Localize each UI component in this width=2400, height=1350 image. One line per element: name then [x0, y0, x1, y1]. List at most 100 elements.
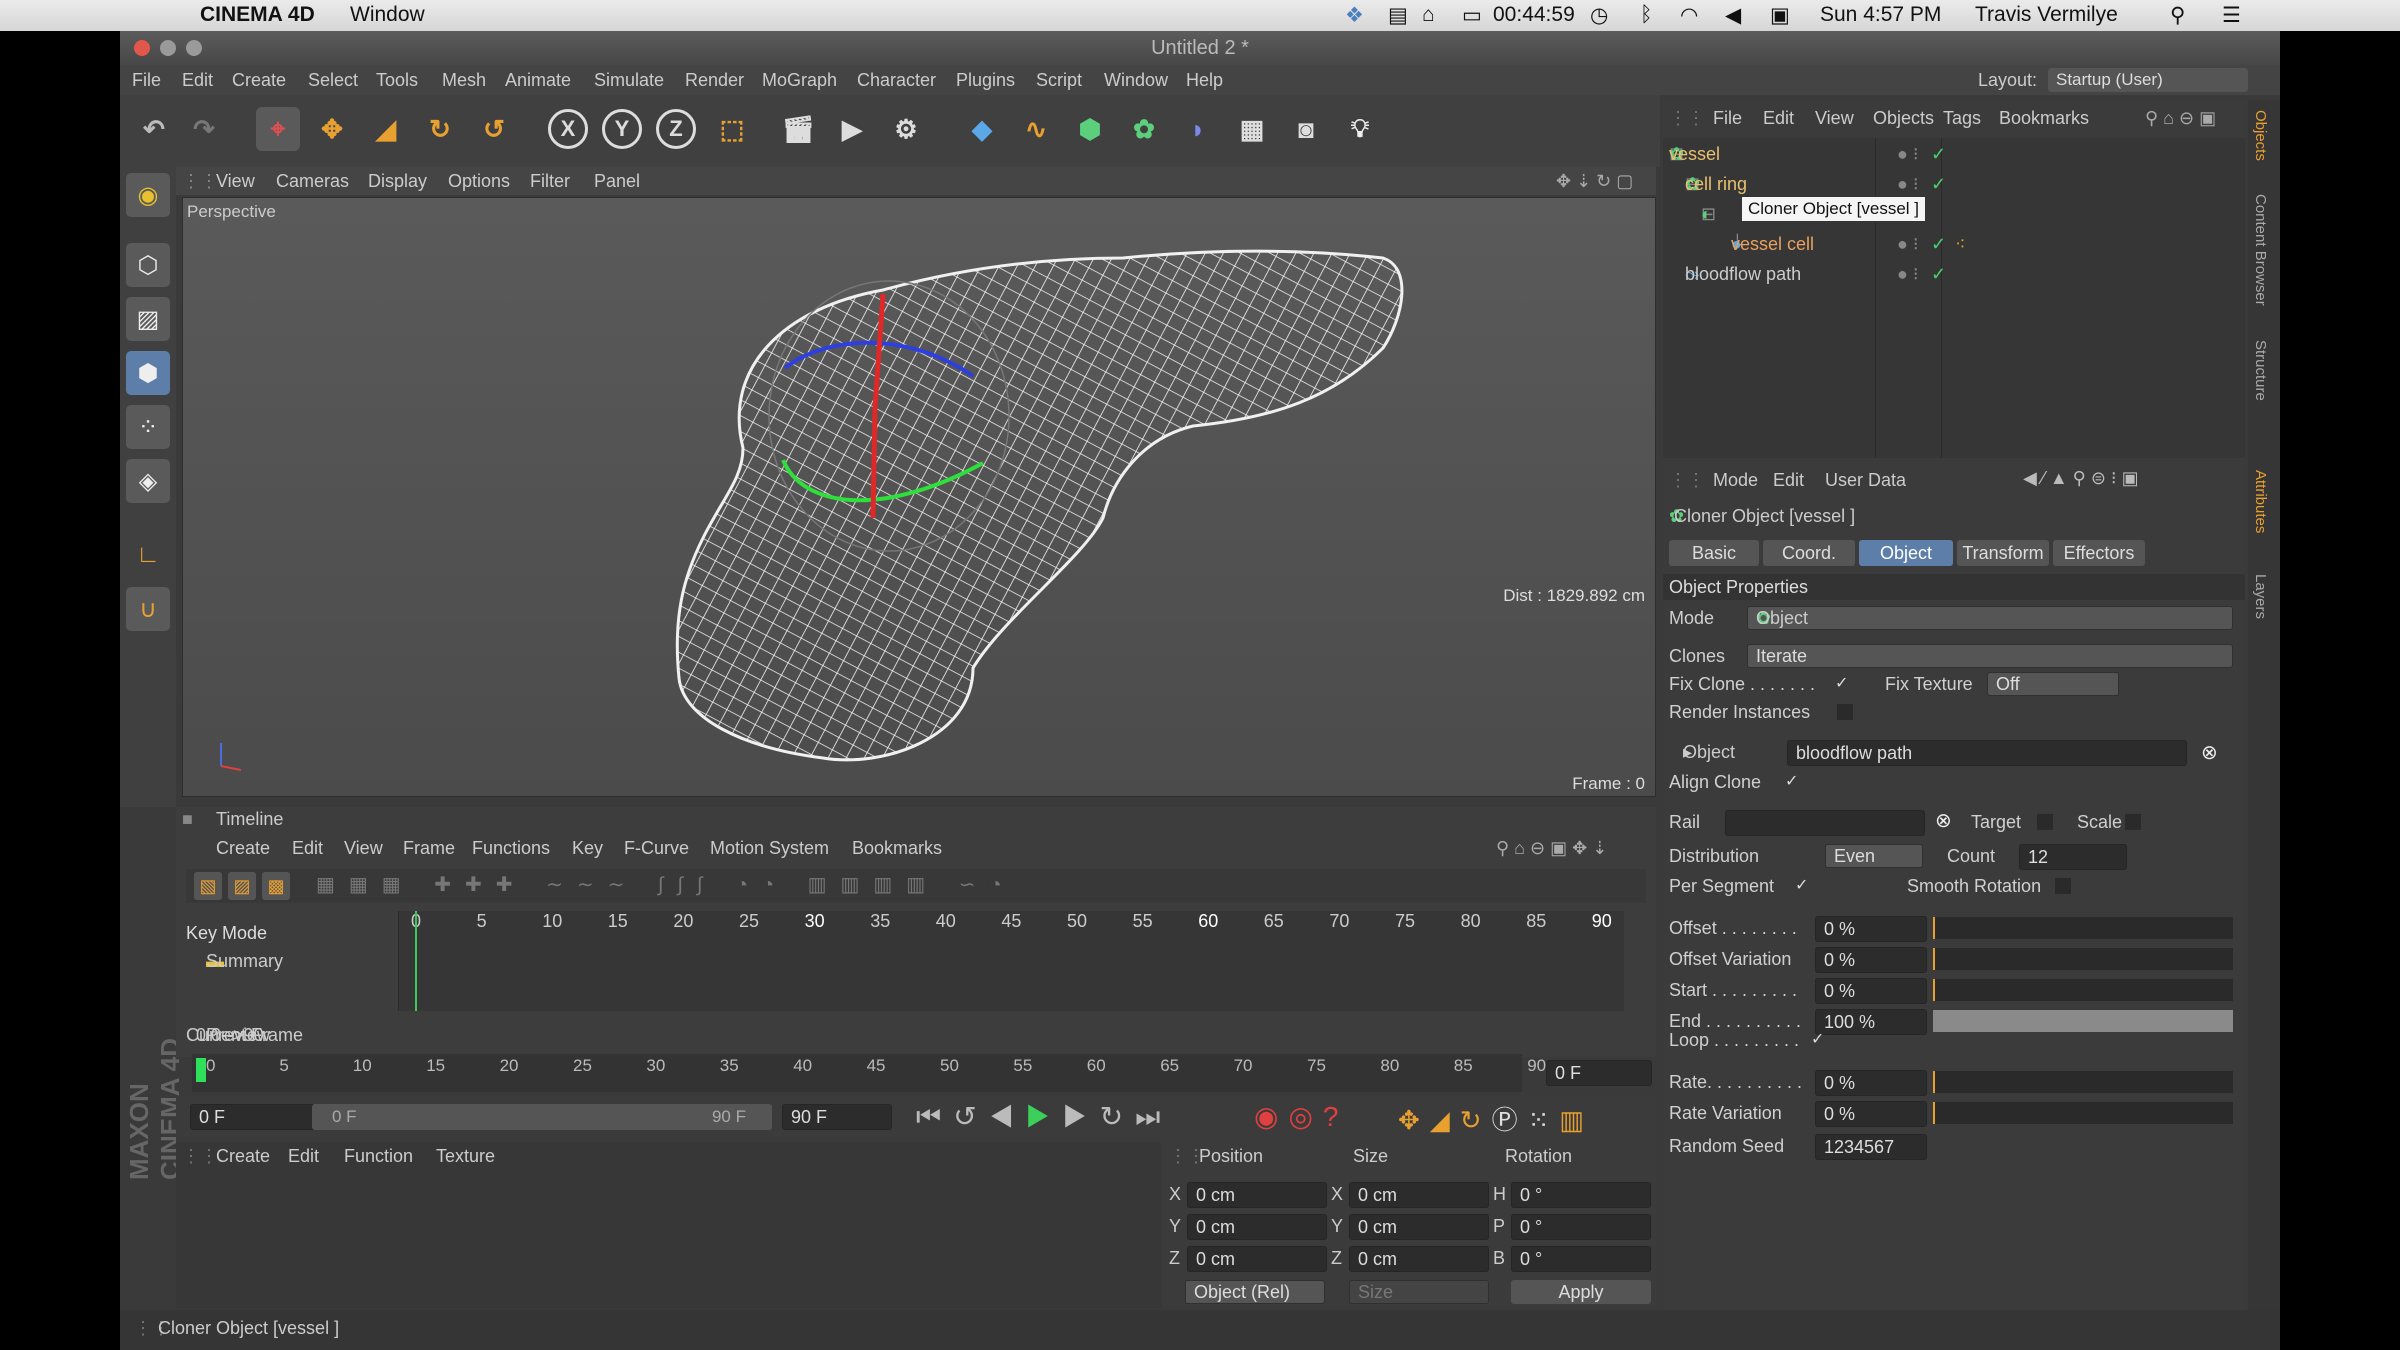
scale-icon[interactable]: ◢ [364, 107, 408, 151]
viewport-menu-cameras[interactable]: Cameras [276, 171, 349, 192]
texture-mode-icon[interactable]: ▨ [126, 297, 170, 341]
undo-icon[interactable]: ↶ [132, 107, 176, 151]
viewport-menu-options[interactable]: Options [448, 171, 510, 192]
menu-edit[interactable]: Edit [182, 70, 213, 91]
enabled-check-icon[interactable]: ✓ [1931, 234, 1946, 255]
menu-select[interactable]: Select [308, 70, 358, 91]
size-y-field[interactable]: 0 cm [1349, 1214, 1489, 1240]
current-frame-field[interactable]: 0 F [1546, 1060, 1652, 1086]
goto-start-icon[interactable]: ⏮ [916, 1101, 953, 1132]
slider-track[interactable] [1933, 1102, 2233, 1124]
panel-grip-icon[interactable]: ⋮⋮ [1669, 108, 1705, 129]
slider-track[interactable] [1933, 917, 2233, 939]
per-segment-checkbox[interactable]: ✓ [1795, 878, 1811, 894]
menu-help[interactable]: Help [1186, 70, 1223, 91]
key-tools-icons[interactable]: ▦▦▦ ✚✚✚ ∼∼∼ ∫∫∫ ◔◔ ▥▥▥▥ ∽◔ [316, 872, 1316, 900]
key-pla-icon[interactable]: ⁙ [1528, 1105, 1560, 1135]
timeline-nav-icons[interactable]: ⚲ ⌂ ⊖ ▣ ✥ ⇣ [1496, 838, 1607, 859]
recent-tool-icon[interactable]: ↺ [472, 107, 516, 151]
slider-track[interactable] [1933, 1010, 2233, 1032]
size-x-field[interactable]: 0 cm [1349, 1182, 1489, 1208]
render-view-icon[interactable]: 🎬︎ [776, 107, 820, 151]
enabled-check-icon[interactable]: ✓ [1931, 144, 1946, 165]
timeline-menu-key[interactable]: Key [572, 838, 603, 859]
move-icon[interactable]: ✥ [310, 107, 354, 151]
object-name[interactable]: bloodflow path [1685, 264, 1801, 285]
slider-track[interactable] [1933, 948, 2233, 970]
menu-mesh[interactable]: Mesh [442, 70, 486, 91]
menu-animate[interactable]: Animate [505, 70, 571, 91]
menu-file[interactable]: File [132, 70, 161, 91]
cloner-icon[interactable]: ✿ [1122, 107, 1166, 151]
display-icon[interactable]: ▣ [1770, 3, 1790, 28]
om-menu-file[interactable]: File [1713, 108, 1742, 129]
viewport-menu-panel[interactable]: Panel [594, 171, 640, 192]
prev-frame-icon[interactable]: ◀ [989, 1101, 1026, 1132]
render-settings-icon[interactable]: ⚙ [884, 107, 928, 151]
material-menu-texture[interactable]: Texture [436, 1146, 495, 1167]
panel-grip-icon[interactable]: ⋮⋮ [182, 1146, 218, 1167]
rot-h-field[interactable]: 0 ° [1511, 1182, 1651, 1208]
app-menu[interactable]: CINEMA 4D [200, 3, 315, 27]
render-instances-checkbox[interactable] [1837, 704, 1853, 720]
distribution-dropdown[interactable]: Even [1825, 844, 1923, 868]
slider-value-field[interactable]: 0 % [1815, 1070, 1927, 1096]
rail-picker-icon[interactable]: ⊗ [1935, 808, 1952, 833]
bluetooth-icon[interactable]: ᛒ [1640, 3, 1653, 27]
wifi-icon[interactable]: ◠ [1680, 3, 1698, 28]
zoom-button[interactable] [186, 40, 202, 56]
visibility-dots[interactable]: ● ⁝ [1897, 264, 1919, 285]
slider-value-field[interactable]: 100 % [1815, 1009, 1927, 1035]
target-checkbox[interactable] [2037, 814, 2053, 830]
next-key-icon[interactable]: ↻ [1100, 1101, 1135, 1132]
cube-icon[interactable]: ◆ [960, 107, 1004, 151]
am-menu-edit[interactable]: Edit [1773, 470, 1804, 491]
loop-checkbox[interactable]: ✓ [1811, 1032, 1827, 1048]
timeline-menu-frame[interactable]: Frame [403, 838, 455, 859]
object-name[interactable]: vessel [1669, 144, 1720, 165]
rot-p-field[interactable]: 0 ° [1511, 1214, 1651, 1240]
time-machine-icon[interactable]: ◷ [1590, 3, 1608, 28]
menu-render[interactable]: Render [685, 70, 744, 91]
mac-window-menu[interactable]: Window [350, 3, 425, 27]
scale-checkbox[interactable] [2125, 814, 2141, 830]
menu-create[interactable]: Create [232, 70, 286, 91]
viewport-menu-view[interactable]: View [216, 171, 255, 192]
material-menu-function[interactable]: Function [344, 1146, 413, 1167]
visibility-dots[interactable]: ● ⁝ [1897, 144, 1919, 165]
enabled-check-icon[interactable]: ✓ [1931, 174, 1946, 195]
make-editable-icon[interactable]: ◉ [126, 173, 170, 217]
volume-icon[interactable]: ◀ [1725, 3, 1741, 28]
play-icon[interactable]: ▶ [1026, 1101, 1063, 1132]
viewport-3d[interactable]: Perspective Dist : 1829.892 cm Frame : 0 [182, 197, 1656, 797]
fix-texture-dropdown[interactable]: Off [1987, 672, 2119, 696]
wireframe-mesh[interactable] [183, 198, 1656, 797]
menu-plugins[interactable]: Plugins [956, 70, 1015, 91]
model-mode-icon[interactable]: ⬡ [126, 243, 170, 287]
viewport-menu-display[interactable]: Display [368, 171, 427, 192]
visibility-dots[interactable]: ● ⁝ [1897, 234, 1919, 255]
smooth-rotation-checkbox[interactable] [2055, 878, 2071, 894]
points-mode-icon[interactable]: ⁘ [126, 405, 170, 449]
slider-value-field[interactable]: 0 % [1815, 947, 1927, 973]
timeline-menu-view[interactable]: View [344, 838, 383, 859]
apply-button[interactable]: Apply [1511, 1280, 1651, 1304]
tree-row-vessel[interactable]: ⊟ ✿ vessel ● ⁝ ✓ [1669, 144, 2229, 168]
preview-range-slider[interactable]: 0 F 90 F [312, 1104, 772, 1130]
menu-script[interactable]: Script [1036, 70, 1082, 91]
timeline-menu-functions[interactable]: Functions [472, 838, 550, 859]
render-picture-viewer-icon[interactable]: ▶ [830, 107, 874, 151]
frame-scrubber[interactable]: 0 5 10 15 20 25 30 35 40 45 50 55 60 65 70 75 80 85 90 [192, 1054, 1546, 1092]
timeline-menu-fcurve[interactable]: F-Curve [624, 838, 689, 859]
y-axis-lock-icon[interactable]: Y [602, 109, 642, 149]
rotate-icon[interactable]: ↻ [418, 107, 462, 151]
notifications-icon[interactable]: ☰ [2222, 3, 2241, 28]
pos-x-field[interactable]: 0 cm [1187, 1182, 1327, 1208]
timeline-track-area[interactable]: 051015202530354045505560657075808590 [398, 911, 1624, 1011]
light-icon[interactable]: 💡︎ [1338, 107, 1382, 151]
side-tab-objects[interactable]: Objects [2252, 110, 2269, 161]
clones-dropdown[interactable]: Iterate [1747, 644, 2233, 668]
om-menu-edit[interactable]: Edit [1763, 108, 1794, 129]
timeline-menu-create[interactable]: Create [216, 838, 270, 859]
om-search-icon[interactable]: ⚲ ⌂ ⊖ ▣ [2145, 108, 2216, 129]
